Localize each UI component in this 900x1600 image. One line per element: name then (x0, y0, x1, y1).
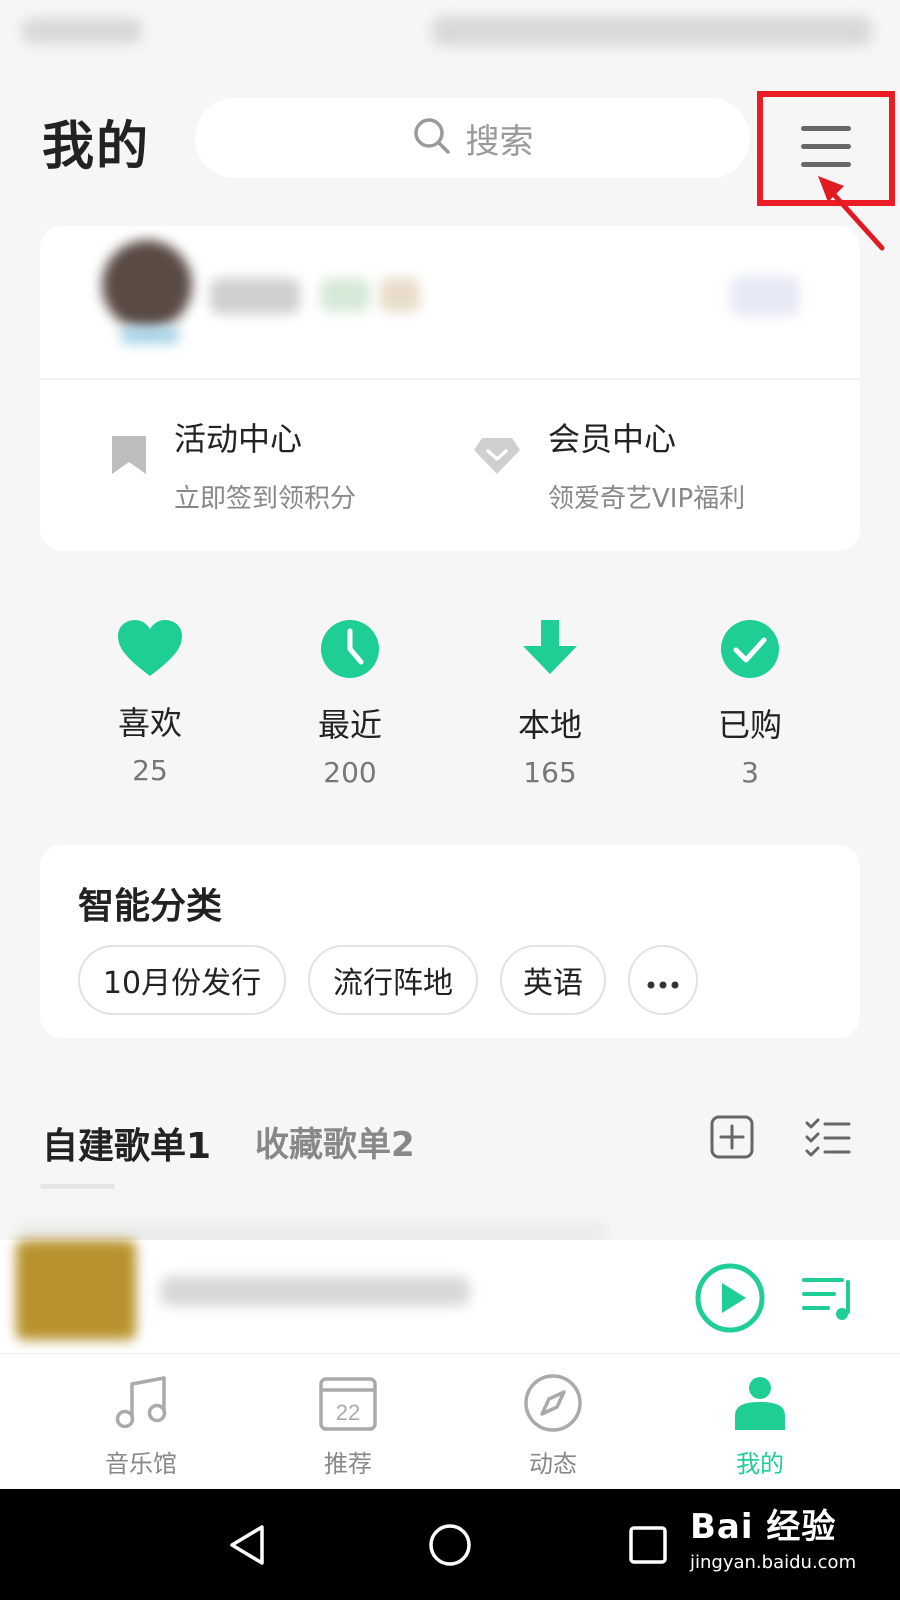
playlist-queue-button[interactable] (802, 1274, 856, 1326)
plus-square-icon (710, 1115, 754, 1163)
download-icon (519, 620, 581, 684)
checklist-icon (805, 1118, 851, 1161)
album-cover-blurred[interactable] (16, 1240, 136, 1340)
system-nav-bar: Bai 经验 jingyan.baidu.com (0, 1489, 900, 1600)
bottom-nav: 音乐馆 22 推荐 动态 我的 (0, 1353, 900, 1489)
calendar-icon: 22 (317, 1377, 379, 1438)
watermark-main: Bai 经验 (690, 1507, 837, 1547)
recents-button[interactable] (628, 1525, 668, 1569)
manage-playlists-button[interactable] (805, 1117, 851, 1161)
quick-item-count: 3 (741, 756, 759, 789)
quick-item-recent[interactable]: 最近 200 (250, 618, 450, 789)
search-icon (412, 116, 452, 160)
music-queue-icon (802, 1278, 856, 1326)
back-triangle-icon (226, 1525, 270, 1571)
user-action-blurred[interactable] (730, 276, 800, 316)
username-blurred (210, 278, 300, 314)
quick-item-favorites[interactable]: 喜欢 25 (50, 618, 250, 787)
song-title-blurred (160, 1276, 470, 1306)
status-time-blurred (22, 18, 142, 44)
ellipsis-icon (646, 963, 680, 998)
watermark-sub: jingyan.baidu.com (690, 1552, 857, 1573)
nav-label: 推荐 (324, 1450, 372, 1478)
category-chip[interactable]: 10月份发行 (78, 945, 286, 1015)
quick-item-label: 已购 (717, 706, 782, 744)
quick-item-label: 最近 (317, 706, 382, 744)
quick-item-label: 本地 (517, 706, 582, 744)
heart-icon (116, 620, 184, 682)
status-bar (22, 8, 878, 58)
hamburger-menu-icon (798, 122, 854, 176)
diamond-icon (472, 436, 522, 480)
user-tag-blurred (380, 278, 420, 312)
user-icon (729, 1377, 791, 1438)
search-input[interactable]: 搜索 (195, 98, 750, 178)
nav-label: 动态 (529, 1450, 577, 1478)
search-placeholder: 搜索 (465, 121, 534, 162)
tab-saved-playlists[interactable]: 收藏歌单2 (255, 1117, 415, 1166)
play-icon (694, 1263, 766, 1338)
quick-access-row: 喜欢 25 最近 200 本地 165 已购 3 (0, 618, 900, 798)
avatar-badge-blurred (120, 326, 180, 344)
mini-player[interactable] (0, 1240, 900, 1353)
divider (40, 378, 860, 380)
watermark: Bai 经验 jingyan.baidu.com (690, 1499, 856, 1573)
nav-item-mine[interactable]: 我的 (680, 1372, 840, 1479)
shortcut-subtitle: 立即签到领积分 (174, 484, 357, 514)
smart-category-card: 智能分类 10月份发行 流行阵地 英语 (40, 845, 860, 1038)
quick-item-count: 200 (323, 756, 377, 789)
clock-icon (319, 620, 381, 684)
more-categories-button[interactable] (628, 945, 698, 1015)
calendar-day: 22 (336, 1400, 360, 1425)
nav-item-music-hall[interactable]: 音乐馆 (61, 1372, 221, 1479)
back-button[interactable] (226, 1523, 270, 1571)
shortcut-title: 会员中心 (548, 420, 677, 458)
category-chip[interactable]: 流行阵地 (308, 945, 478, 1015)
nav-item-feed[interactable]: 动态 (473, 1372, 633, 1479)
checkmark-icon (719, 620, 781, 684)
tab-created-playlists[interactable]: 自建歌单1 (42, 1117, 211, 1169)
home-circle-icon (428, 1524, 472, 1571)
avatar[interactable] (102, 240, 192, 330)
quick-item-local[interactable]: 本地 165 (450, 618, 650, 789)
recents-square-icon (628, 1526, 668, 1569)
user-card[interactable]: 活动中心 立即签到领积分 会员中心 领爱奇艺VIP福利 (40, 226, 860, 551)
member-center-link[interactable]: 会员中心 领爱奇艺VIP福利 (472, 414, 745, 515)
play-button[interactable] (694, 1262, 766, 1338)
bookmark-icon (110, 434, 148, 480)
quick-item-label: 喜欢 (117, 704, 182, 742)
smart-category-title: 智能分类 (78, 886, 223, 927)
quick-item-count: 25 (132, 754, 168, 787)
user-tag-blurred (320, 278, 370, 312)
page-title: 我的 (42, 117, 151, 177)
shortcut-subtitle: 领爱奇艺VIP福利 (548, 484, 746, 514)
quick-item-count: 165 (523, 756, 577, 789)
active-tab-indicator (40, 1184, 115, 1189)
status-icons-blurred (432, 16, 872, 46)
nav-item-recommend[interactable]: 22 推荐 (268, 1372, 428, 1479)
quick-item-purchased[interactable]: 已购 3 (650, 618, 850, 789)
music-note-icon (110, 1376, 172, 1438)
shortcut-title: 活动中心 (174, 420, 303, 458)
home-button[interactable] (428, 1523, 472, 1571)
nav-label: 音乐馆 (105, 1450, 177, 1478)
add-playlist-button[interactable] (710, 1115, 754, 1163)
compass-icon (522, 1374, 584, 1438)
nav-label: 我的 (736, 1450, 784, 1478)
activity-center-link[interactable]: 活动中心 立即签到领积分 (110, 414, 356, 515)
category-chip[interactable]: 英语 (500, 945, 606, 1015)
